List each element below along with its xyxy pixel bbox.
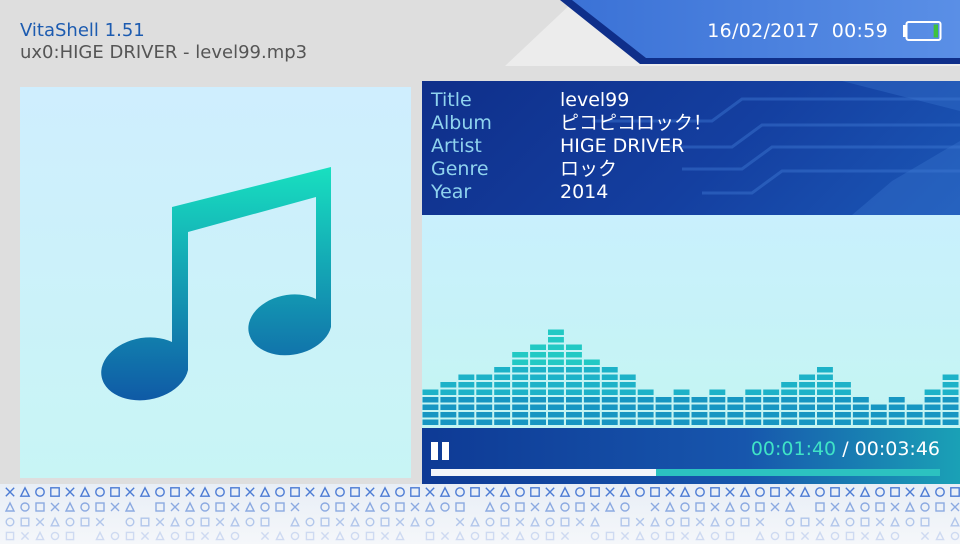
time-text: 00:59 xyxy=(831,20,888,42)
player-controls: 00:01:40 / 00:03:46 xyxy=(422,428,960,484)
symbol-row xyxy=(5,516,960,527)
info-row-genre: Genre ロック xyxy=(431,158,951,181)
symbol-row xyxy=(4,501,960,512)
date-text: 16/02/2017 xyxy=(707,20,820,42)
info-label: Genre xyxy=(431,158,489,180)
audio-visualizer xyxy=(422,215,960,428)
visualizer-bar xyxy=(601,367,618,425)
visualizer-bar xyxy=(583,359,600,425)
visualizer-bar xyxy=(799,374,815,425)
progress-bar[interactable] xyxy=(431,469,940,476)
visualizer-bar xyxy=(888,397,905,425)
visualizer-bar xyxy=(619,374,636,425)
visualizer-bar xyxy=(691,397,708,425)
info-label: Artist xyxy=(431,135,482,157)
visualizer-svg xyxy=(422,329,959,425)
battery-icon xyxy=(903,21,942,41)
app-title: VitaShell 1.51 xyxy=(20,20,145,41)
visualizer-bar xyxy=(422,389,439,425)
footer-symbols xyxy=(4,486,960,541)
info-value: ピコピコロック！ xyxy=(560,112,713,134)
visualizer-bar xyxy=(637,389,654,425)
symbol-row xyxy=(5,486,960,497)
visualizer-bar xyxy=(835,382,851,425)
visualizer-bar xyxy=(673,389,690,425)
track-info-panel: Title level99 Album ピコピコロック！ Artist HIGE DRIV… xyxy=(422,81,960,215)
visualizer-bar xyxy=(781,382,798,425)
info-row-artist: Artist HIGE DRIVER xyxy=(431,135,951,158)
visualizer-bar xyxy=(817,367,833,425)
total-time: 00:03:46 xyxy=(854,438,940,460)
info-value: ロック xyxy=(560,158,618,180)
info-label: Album xyxy=(431,112,492,134)
visualizer-bar xyxy=(852,397,869,425)
visualizer-bar xyxy=(727,397,744,425)
symbol-row xyxy=(5,530,960,541)
visualizer-bar xyxy=(906,404,923,425)
datetime: 16/02/2017 00:59 xyxy=(707,20,888,42)
visualizer-bar xyxy=(745,389,762,425)
visualizer-bar xyxy=(512,352,529,425)
info-row-album: Album ピコピコロック！ xyxy=(431,112,951,135)
current-time: 00:01:40 xyxy=(750,438,837,460)
visualizer-bar xyxy=(924,389,941,425)
footer-pattern xyxy=(0,484,960,544)
time-readout: 00:01:40 / 00:03:46 xyxy=(751,438,940,460)
visualizer-bar xyxy=(440,382,457,425)
progress-fill xyxy=(431,469,657,476)
visualizer-bar xyxy=(530,344,546,425)
visualizer-bar xyxy=(494,367,511,425)
visualizer-bar xyxy=(709,389,726,425)
info-label: Year xyxy=(431,181,472,203)
info-value: HIGE DRIVER xyxy=(560,135,685,157)
pause-icon[interactable] xyxy=(431,442,453,460)
visualizer-bar xyxy=(566,344,582,425)
visualizer-bar xyxy=(655,397,672,425)
time-separator: / xyxy=(842,438,849,460)
file-path: ux0:HIGE DRIVER - level99.mp3 xyxy=(20,42,308,63)
info-value: 2014 xyxy=(560,181,609,203)
music-note-icon xyxy=(101,167,331,401)
visualizer-bar xyxy=(763,389,780,425)
visualizer-bar xyxy=(458,374,475,425)
info-row-year: Year 2014 xyxy=(431,181,951,204)
info-row-title: Title level99 xyxy=(431,89,951,112)
info-value: level99 xyxy=(560,89,630,111)
battery-fill xyxy=(933,24,938,38)
visualizer-bar xyxy=(476,374,493,425)
visualizer-bar xyxy=(942,374,959,425)
visualizer-bar xyxy=(870,404,887,425)
info-label: Title xyxy=(431,89,472,111)
visualizer-bar xyxy=(548,329,564,425)
album-art xyxy=(20,87,411,478)
